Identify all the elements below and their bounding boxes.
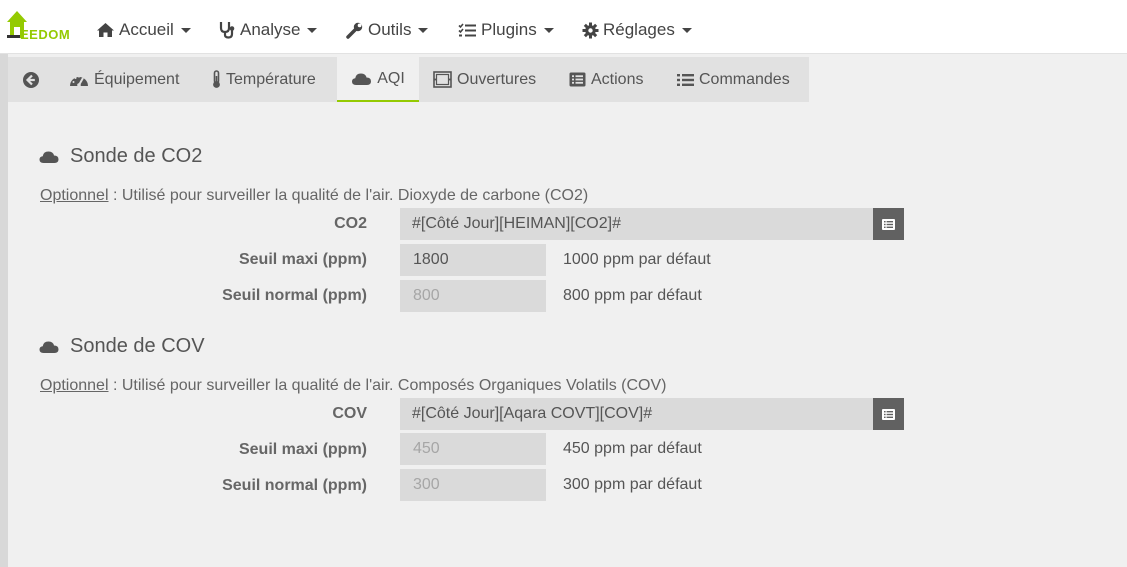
co2-help-description: : Utilisé pour surveiller la qualité de … bbox=[108, 187, 589, 204]
thermometer-icon bbox=[212, 70, 221, 89]
caret-down-icon bbox=[180, 27, 191, 33]
tab-aqi-label: AQI bbox=[377, 69, 405, 87]
co2-help-text: Optionnel : Utilisé pour surveiller la q… bbox=[40, 187, 588, 205]
home-icon bbox=[96, 22, 115, 38]
stethoscope-icon bbox=[219, 21, 236, 39]
co2-optional-label: Optionnel bbox=[40, 187, 109, 204]
co2-max-label: Seuil maxi (ppm) bbox=[238, 251, 367, 268]
cov-cmd-label: COV bbox=[332, 405, 367, 422]
nav-analyse[interactable]: Analyse bbox=[219, 19, 318, 41]
logo-text: EEDOM bbox=[20, 27, 71, 42]
list-alt-icon bbox=[569, 72, 586, 87]
cloud-icon bbox=[38, 150, 60, 164]
tab-temperature-label: Température bbox=[226, 70, 316, 88]
tachometer-icon bbox=[69, 72, 89, 88]
list-alt-icon bbox=[882, 408, 895, 420]
tab-ouvertures-label: Ouvertures bbox=[457, 70, 537, 88]
co2-max-input[interactable]: 1800 bbox=[400, 244, 546, 276]
caret-down-icon bbox=[307, 27, 318, 33]
cov-normal-input[interactable]: 300 bbox=[400, 469, 546, 501]
tab-bar: Équipement Température AQI Ouvertures Ac… bbox=[8, 57, 809, 102]
nav-outils-label: Outils bbox=[368, 20, 412, 39]
co2-normal-label: Seuil normal (ppm) bbox=[222, 287, 367, 304]
tab-temperature[interactable]: Température bbox=[212, 57, 316, 102]
co2-cmd-input[interactable]: #[Côté Jour][HEIMAN][CO2]# bbox=[400, 208, 873, 240]
wrench-icon bbox=[346, 22, 364, 39]
cov-section-title: Sonde de COV bbox=[38, 335, 205, 358]
list-alt-icon bbox=[882, 218, 895, 230]
tab-actions-label: Actions bbox=[591, 70, 644, 88]
tab-commandes-label: Commandes bbox=[699, 70, 790, 88]
arrow-circle-left-icon bbox=[22, 71, 40, 89]
nav-outils[interactable]: Outils bbox=[346, 19, 429, 41]
nav-accueil-label: Accueil bbox=[119, 20, 174, 39]
nav-reglages-label: Réglages bbox=[603, 20, 675, 39]
caret-down-icon bbox=[543, 27, 554, 33]
tab-equipement-label: Équipement bbox=[94, 70, 180, 88]
co2-normal-input[interactable]: 800 bbox=[400, 280, 546, 312]
left-side-bar bbox=[0, 54, 8, 567]
nav-plugins-label: Plugins bbox=[481, 20, 537, 39]
cov-optional-label: Optionnel bbox=[40, 377, 109, 394]
cloud-icon bbox=[351, 72, 372, 86]
tab-aqi[interactable]: AQI bbox=[337, 57, 419, 102]
caret-down-icon bbox=[681, 27, 692, 33]
cogs-icon bbox=[582, 22, 599, 39]
tasks-icon bbox=[458, 22, 477, 38]
nav-plugins[interactable]: Plugins bbox=[458, 19, 554, 41]
cov-max-hint: 450 ppm par défaut bbox=[563, 440, 702, 457]
nav-analyse-label: Analyse bbox=[240, 20, 301, 39]
cov-help-description: : Utilisé pour surveiller la qualité de … bbox=[108, 377, 667, 394]
co2-select-cmd-button[interactable] bbox=[873, 208, 904, 240]
co2-section-title: Sonde de CO2 bbox=[38, 145, 202, 168]
cloud-icon bbox=[38, 340, 60, 354]
cov-normal-hint: 300 ppm par défaut bbox=[563, 476, 702, 493]
tab-actions[interactable]: Actions bbox=[569, 57, 643, 102]
cov-max-input[interactable]: 450 bbox=[400, 433, 546, 465]
co2-cmd-label: CO2 bbox=[334, 215, 367, 232]
tab-commandes[interactable]: Commandes bbox=[677, 57, 790, 102]
caret-down-icon bbox=[418, 27, 429, 33]
co2-max-hint: 1000 ppm par défaut bbox=[563, 251, 711, 268]
back-button[interactable] bbox=[22, 57, 45, 102]
cov-max-label: Seuil maxi (ppm) bbox=[238, 441, 367, 458]
cov-cmd-input[interactable]: #[Côté Jour][Aqara COVT][COV]# bbox=[400, 398, 873, 430]
cov-title: Sonde de COV bbox=[70, 335, 205, 357]
co2-normal-hint: 800 ppm par défaut bbox=[563, 287, 702, 304]
window-icon bbox=[433, 71, 452, 88]
list-icon bbox=[677, 73, 694, 87]
tab-ouvertures[interactable]: Ouvertures bbox=[433, 57, 536, 102]
top-navbar: EEDOM Accueil Analyse Outils Plugins Rég bbox=[0, 0, 1127, 54]
cov-normal-label: Seuil normal (ppm) bbox=[222, 477, 367, 494]
tab-equipement[interactable]: Équipement bbox=[69, 57, 179, 102]
cov-help-text: Optionnel : Utilisé pour surveiller la q… bbox=[40, 377, 666, 395]
co2-title: Sonde de CO2 bbox=[70, 145, 203, 167]
nav-reglages[interactable]: Réglages bbox=[582, 19, 692, 41]
nav-accueil[interactable]: Accueil bbox=[96, 19, 191, 41]
jeedom-logo[interactable]: EEDOM bbox=[5, 8, 77, 44]
cov-select-cmd-button[interactable] bbox=[873, 398, 904, 430]
